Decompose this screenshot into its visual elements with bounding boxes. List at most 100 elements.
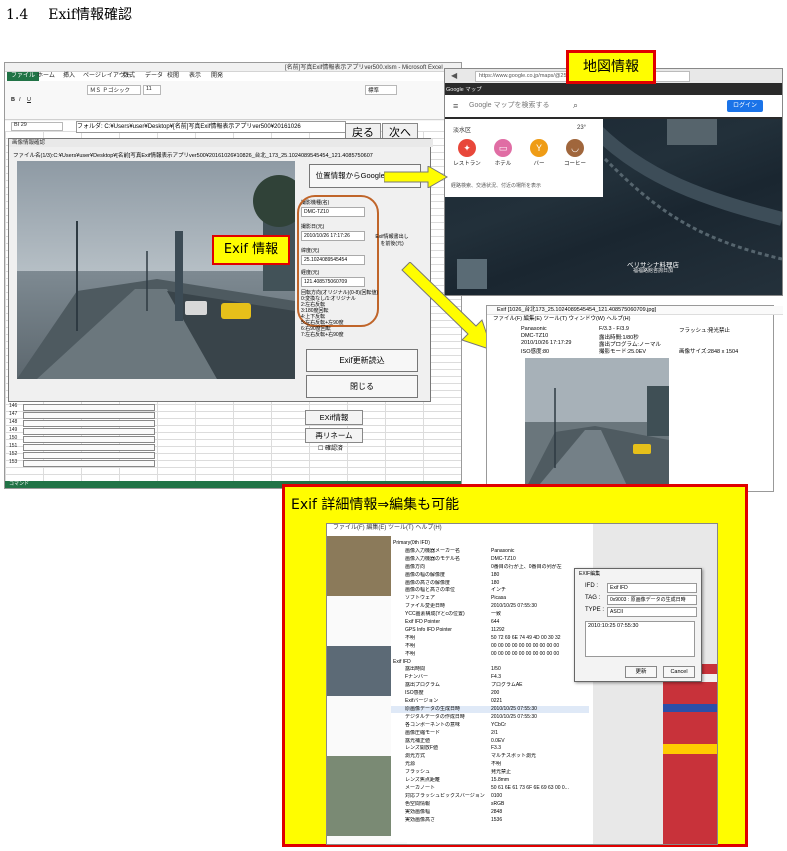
close-button[interactable]: 閉じる [306, 375, 418, 398]
table-row[interactable]: ファイル変更日時 2010/10/25 07:55:30 [391, 603, 589, 610]
table-row[interactable]: 露出プログラム プログラムAE [391, 682, 589, 689]
folder-value: C:¥Users¥user¥Desktop¥[名前]写真Exif情報表示アプリv… [104, 124, 301, 130]
table-row[interactable]: YCC画素構成(Yとcの位置) 一致 [391, 611, 589, 618]
row-value: Panasonic [491, 547, 515, 554]
font-name-box[interactable]: ＭＳ Ｐゴシック [87, 85, 141, 95]
row-key: 光源 [405, 761, 416, 768]
update-button[interactable]: 更新 [625, 666, 657, 678]
table-row[interactable]: レンズ開放F値 F3.3 [391, 745, 589, 752]
nearby-panel: 淡水区 23° ✦ レストラン ▭ ホテル Y バー ◡ コーヒー 経路検索、交通状況、… [445, 119, 603, 197]
table-row[interactable]: 画像の高さの解像度 180 [391, 580, 589, 587]
confirmed-checkbox[interactable]: ☐ 確認済 [318, 443, 343, 452]
back-arrow-icon[interactable]: ◀ [451, 71, 457, 80]
row-key: ISO感度 [405, 690, 424, 697]
poi-bar[interactable]: Y バー [521, 139, 557, 167]
table-row[interactable]: 画像の幅の解像度 180 [391, 572, 589, 579]
viewer-menu[interactable]: ファイル(F) 編集(E) ツール(T) ウィンドウ(W) ヘルプ(H) [487, 315, 779, 323]
table-row[interactable]: 測光方式 マルチスポット測光 [391, 753, 589, 760]
table-row[interactable]: 実効画像幅 2848 [391, 809, 589, 816]
font-size-box[interactable]: 11 [143, 85, 161, 95]
rename-button[interactable]: 再リネーム [305, 428, 363, 443]
style-box[interactable]: 標準 [365, 85, 397, 95]
table-row[interactable]: Exif IFD [391, 659, 589, 666]
tab-file[interactable]: ファイル [7, 72, 40, 81]
table-row[interactable]: Primary(0th IFD) [391, 540, 589, 547]
tab-formulas[interactable]: 数式 [123, 72, 135, 81]
ifd-select[interactable]: Exif IFD [607, 583, 697, 593]
excel-ribbon: ＭＳ Ｐゴシック 11 標準 B I U [5, 81, 461, 120]
exif-info-button[interactable]: EXif情報 [305, 410, 363, 425]
table-row[interactable]: ISO感度 200 [391, 690, 589, 697]
table-row[interactable]: 対応フラッシュピックスバージョン 0100 [391, 793, 589, 800]
table-row[interactable]: 原画像データの生成日時 2010/10/25 07:55:30 [391, 705, 589, 713]
underline-icon[interactable]: U [27, 97, 31, 103]
tag-select[interactable]: 0x9003 : 原画像データの生成日時 [607, 595, 697, 605]
table-row[interactable]: ソフトウェア Picasa [391, 595, 589, 602]
table-row[interactable]: 不明 00 00 00 00 00 00 00 00 00 00 [391, 643, 589, 650]
map-hint: 経路検索、交通状況、付近の場所を表示 [451, 183, 542, 189]
tag-label: TAG : [585, 595, 601, 601]
table-row[interactable]: 実効画像高さ 1536 [391, 817, 589, 824]
row-key: 露出時間 [405, 666, 426, 673]
table-row[interactable]: 露出時間 1/50 [391, 666, 589, 673]
name-box[interactable]: BI 29 [11, 122, 63, 131]
tab-developer[interactable]: 開発 [211, 72, 223, 81]
row-value: 15.8mm [491, 777, 510, 783]
table-row[interactable]: フラッシュ 発光禁止 [391, 769, 589, 776]
table-row[interactable]: レンズ焦点距離 15.8mm [391, 777, 589, 784]
temperature: 23° [577, 125, 587, 131]
row-value: 180 [491, 579, 500, 586]
row-label: 151 [9, 443, 18, 449]
exif-reload-button[interactable]: Exif更新読込 [306, 349, 418, 372]
table-row[interactable]: 不明 50 72 69 6E 74 49 4D 00 30 32 [391, 635, 589, 642]
tab-insert[interactable]: 挿入 [63, 72, 75, 81]
table-row[interactable]: Fナンバー F4.3 [391, 674, 589, 681]
type-select[interactable]: ASCII [607, 607, 697, 617]
tab-data[interactable]: データ [145, 72, 163, 81]
row-value: プログラムAE [491, 682, 523, 689]
table-row[interactable]: 不明 00 00 00 00 00 00 00 00 00 00 [391, 651, 589, 658]
table-row[interactable]: 画像の幅と高さの単位 インチ [391, 587, 589, 594]
table-row[interactable]: GPS Info IFD Pointer 11292 [391, 627, 589, 634]
row-label: 148 [9, 419, 18, 425]
table-row[interactable]: Exifバージョン 0221 [391, 698, 589, 705]
ifd-label: IFD : [585, 583, 598, 589]
map-search-input[interactable]: Google マップを検索する [449, 98, 624, 114]
coffee-icon: ◡ [566, 139, 584, 157]
italic-icon[interactable]: I [19, 97, 21, 103]
search-icon[interactable]: ⌕ [573, 100, 578, 111]
hotel-icon: ▭ [494, 139, 512, 157]
table-row[interactable]: メーカノート 50 61 6E 61 73 6F 6E 69 63 00 0... [391, 785, 589, 792]
tab-view[interactable]: 表示 [189, 72, 201, 81]
poi-restaurant[interactable]: ✦ レストラン [449, 139, 485, 167]
tab-review[interactable]: 校閲 [167, 72, 179, 81]
table-row[interactable]: 画像入力機器のモデル名 DMC-TZ10 [391, 556, 589, 563]
viewer-maker: Panasonic [521, 326, 547, 332]
value-textarea[interactable]: 2010:10:25 07:55:30 [585, 621, 695, 657]
login-button[interactable]: ログイン [727, 100, 763, 112]
poi-hotel[interactable]: ▭ ホテル [485, 139, 521, 167]
exif-detail-table[interactable]: Primary(0th IFD) 画像入力機器メーカー名 Panasonic 画像入力… [391, 536, 591, 842]
poi-coffee[interactable]: ◡ コーヒー [557, 139, 593, 167]
browser-tab[interactable]: Google マップ [446, 85, 566, 93]
table-row[interactable]: デジタルデータの作成日時 2010/10/25 07:55:30 [391, 714, 589, 721]
row-cell [23, 428, 155, 435]
tab-home[interactable]: ホーム [37, 72, 55, 81]
row-cell [23, 412, 155, 419]
table-row[interactable]: 各コンポーネントの意味 YCbCr [391, 722, 589, 729]
row-key: フラッシュ [405, 769, 431, 776]
table-row[interactable]: 光源 不明 [391, 761, 589, 768]
table-row[interactable]: 画像入力機器メーカー名 Panasonic [391, 548, 589, 555]
row-key: 画像の幅の解像度 [405, 571, 446, 578]
row-key: 対応フラッシュピックスバージョン [405, 792, 485, 799]
cancel-button[interactable]: Cancel [663, 666, 695, 678]
table-row[interactable]: 色空間情報 sRGB [391, 801, 589, 808]
table-row[interactable]: Exif IFD Pointer 644 [391, 619, 589, 626]
table-row[interactable]: 画像圧縮モード 2/1 [391, 730, 589, 737]
table-row[interactable]: 画像方向 0番目の行が上、0番目の列が左 [391, 564, 589, 571]
table-row[interactable]: 露光補正値 0.0EV [391, 738, 589, 745]
row-key: GPS Info IFD Pointer [405, 626, 452, 633]
row-value: 180 [491, 571, 500, 578]
bold-icon[interactable]: B [11, 97, 15, 103]
folder-path-field[interactable]: フォルダ: C:¥Users¥user¥Desktop¥[名前]写真Exif情報… [76, 121, 346, 133]
